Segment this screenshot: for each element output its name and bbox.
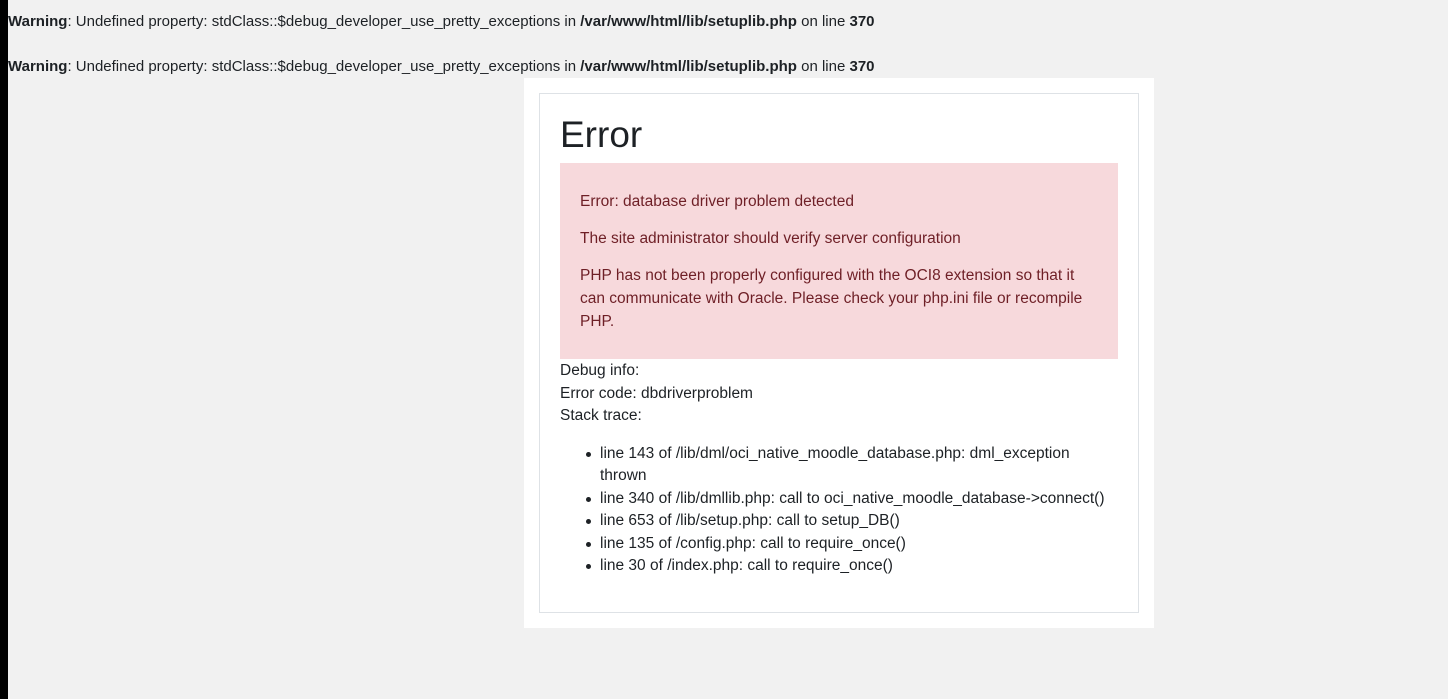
error-alert: Error: database driver problem detected … <box>560 163 1118 359</box>
stack-trace-item: line 653 of /lib/setup.php: call to setu… <box>586 510 1120 533</box>
error-box: Error Error: database driver problem det… <box>539 93 1139 613</box>
warning-on-line: on line <box>796 58 850 75</box>
error-page-card: Error Error: database driver problem det… <box>524 78 1154 628</box>
stack-trace-item: line 135 of /config.php: call to require… <box>586 533 1120 556</box>
warning-file: /var/www/html/lib/setuplib.php <box>580 13 797 30</box>
stack-trace-item: line 340 of /lib/dmllib.php: call to oci… <box>586 488 1120 511</box>
stack-trace-item: line 30 of /index.php: call to require_o… <box>586 555 1120 578</box>
stack-trace-item: line 143 of /lib/dml/oci_native_moodle_d… <box>586 443 1120 488</box>
error-details: PHP has not been properly configured wit… <box>580 267 1083 330</box>
left-edge-bar <box>0 0 8 699</box>
warning-on-line: on line <box>796 13 850 30</box>
error-code: Error code: dbdriverproblem <box>560 384 753 402</box>
php-warning: Warning: Undefined property: stdClass::$… <box>8 12 875 32</box>
warning-file: /var/www/html/lib/setuplib.php <box>580 58 797 75</box>
warning-message: : Undefined property: stdClass::$debug_d… <box>67 58 581 75</box>
debug-info-label: Debug info: <box>560 362 640 379</box>
warning-label: Warning <box>8 58 68 75</box>
warning-label: Warning <box>8 13 68 30</box>
error-heading: Error: database driver problem detected <box>580 193 854 210</box>
warning-line-number: 370 <box>849 13 875 30</box>
php-warning: Warning: Undefined property: stdClass::$… <box>8 57 875 77</box>
stack-trace-label: Stack trace: <box>560 407 642 424</box>
error-title: Error <box>560 114 643 155</box>
warning-message: : Undefined property: stdClass::$debug_d… <box>67 13 581 30</box>
stack-trace-list: line 143 of /lib/dml/oci_native_moodle_d… <box>560 443 1120 578</box>
warning-line-number: 370 <box>849 58 875 75</box>
debug-section: Debug info: Error code: dbdriverproblem … <box>560 360 1120 578</box>
admin-note: The site administrator should verify ser… <box>580 230 961 247</box>
